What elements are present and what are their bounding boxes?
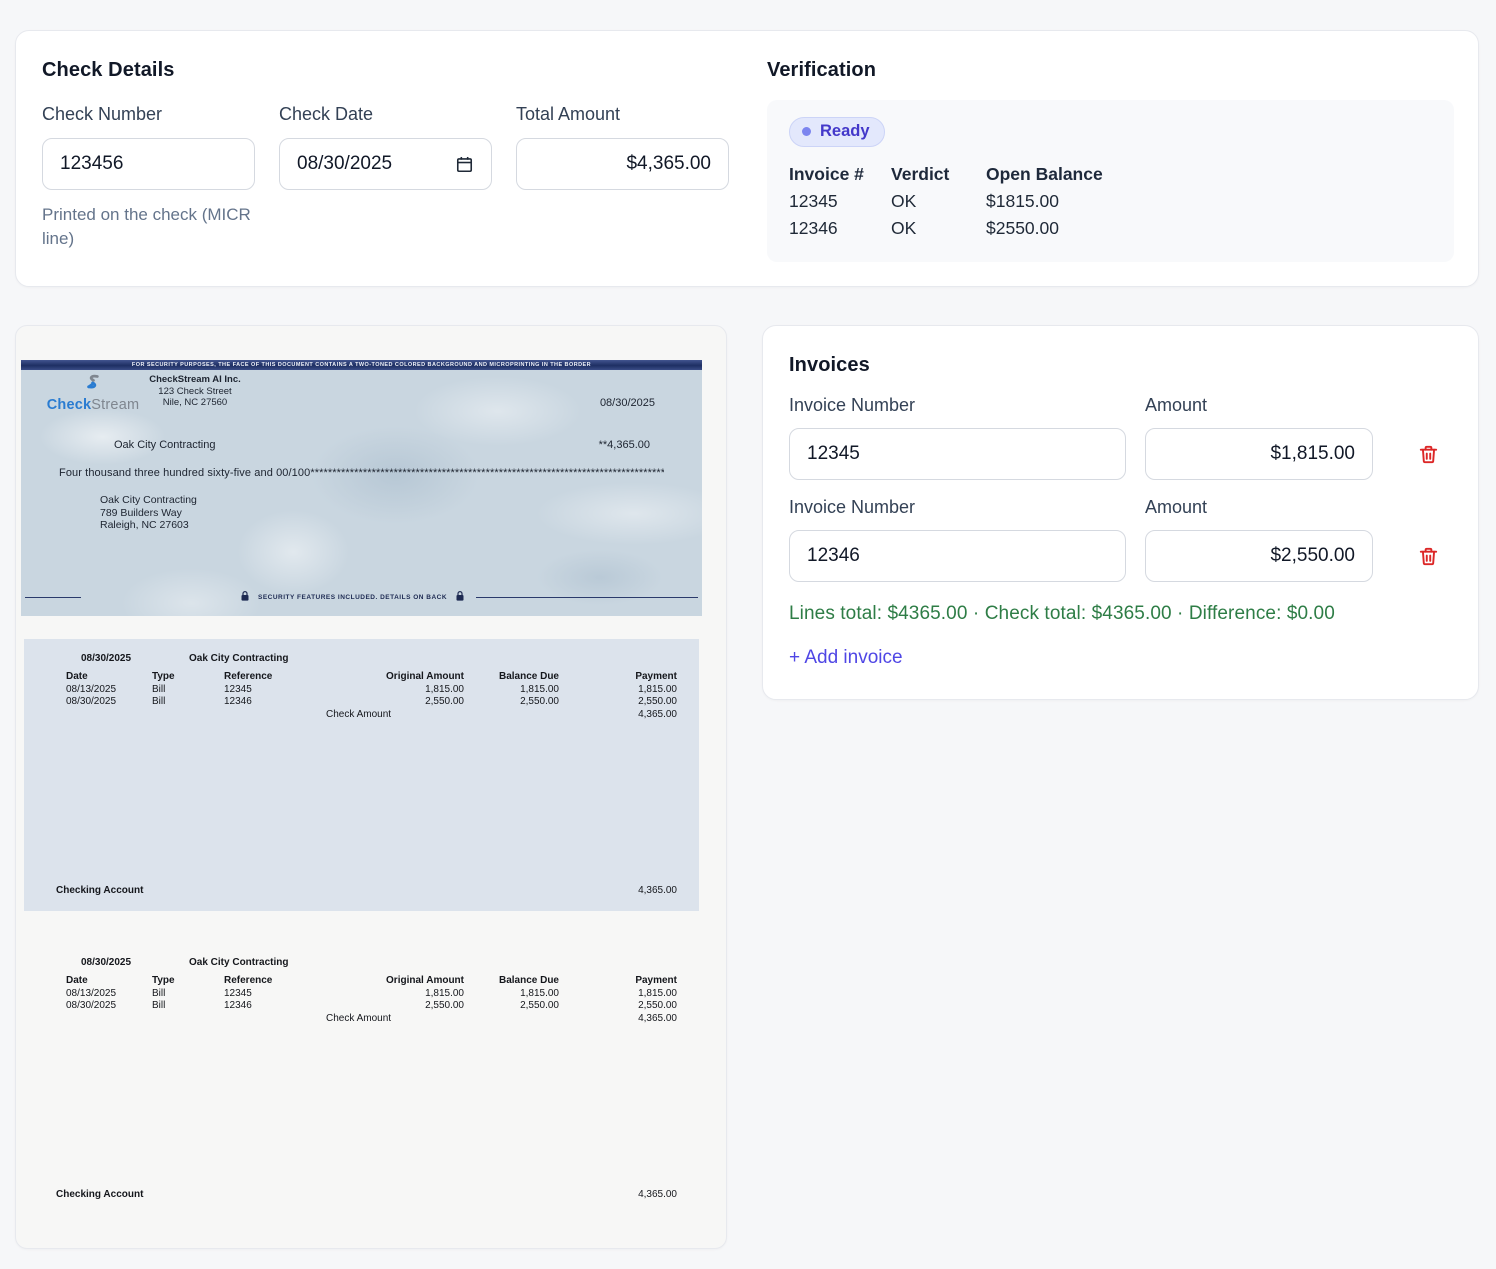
check-amount-numeric: **4,365.00 xyxy=(599,439,650,451)
verification-cell: $1815.00 xyxy=(986,188,1432,215)
stub-payee: Oak City Contracting xyxy=(189,957,288,968)
total-amount-label: Total Amount xyxy=(516,104,729,125)
check-security-banner: FOR SECURITY PURPOSES, THE FACE OF THIS … xyxy=(21,360,702,370)
verification-col-balance: Open Balance xyxy=(986,161,1432,188)
invoice-row-2 xyxy=(789,530,1452,582)
invoice-number-input-2[interactable] xyxy=(789,530,1126,582)
verification-cell: 12345 xyxy=(789,188,891,215)
stub-payee: Oak City Contracting xyxy=(189,653,288,664)
check-number-field-group: Check Number Printed on the check (MICR … xyxy=(42,104,255,251)
invoice-number-label: Invoice Number xyxy=(789,395,1126,416)
invoice-amount-input-1[interactable] xyxy=(1145,428,1373,480)
invoice-amount-label: Amount xyxy=(1145,497,1373,518)
verification-title: Verification xyxy=(767,59,1454,82)
status-badge: Ready xyxy=(789,117,885,147)
stub-date: 08/30/2025 xyxy=(81,653,189,664)
stub-account-total: 4,365.00 xyxy=(638,1189,677,1200)
trash-icon xyxy=(1417,454,1440,469)
check-stub-top: 08/30/2025 Oak City Contracting DateType… xyxy=(24,639,699,911)
delete-invoice-button-1[interactable] xyxy=(1404,441,1452,468)
stub-date: 08/30/2025 xyxy=(81,957,189,968)
verification-section: Verification Ready Invoice # Verdict Ope… xyxy=(767,31,1478,286)
invoices-card: Invoices Invoice Number Amount Invoice N… xyxy=(762,325,1479,700)
check-security-note: SECURITY FEATURES INCLUDED. DETAILS ON B… xyxy=(258,594,447,601)
verification-cell: OK xyxy=(891,188,986,215)
totals-summary: Lines total: $4365.00 · Check total: $43… xyxy=(789,603,1452,625)
invoice-amount-input-2[interactable] xyxy=(1145,530,1373,582)
invoice-number-label: Invoice Number xyxy=(789,497,1126,518)
delete-invoice-button-2[interactable] xyxy=(1404,543,1452,570)
check-details-verification-card: Check Details Check Number Printed on th… xyxy=(15,30,1479,287)
verification-panel: Ready Invoice # Verdict Open Balance 123… xyxy=(767,100,1454,262)
check-details-title: Check Details xyxy=(42,59,767,82)
stub-table: DateTypeReference Original AmountBalance… xyxy=(66,975,677,1025)
check-security-row: SECURITY FEATURES INCLUDED. DETAILS ON B… xyxy=(25,588,698,606)
verification-cell: 12346 xyxy=(789,215,891,242)
stub-table: DateTypeReference Original AmountBalance… xyxy=(66,671,677,721)
checkstream-wordmark: CheckStream xyxy=(45,397,141,413)
lock-icon xyxy=(456,588,464,606)
stub-check-amount-value: 4,365.00 xyxy=(559,1013,677,1026)
check-company-block: CheckStream AI Inc. 123 Check Street Nil… xyxy=(139,374,251,409)
check-scan-image: FOR SECURITY PURPOSES, THE FACE OF THIS … xyxy=(15,325,727,1249)
invoice-row-1 xyxy=(789,428,1452,480)
check-company-street: 123 Check Street xyxy=(139,386,251,398)
check-date-printed: 08/30/2025 xyxy=(600,397,655,409)
check-number-input[interactable] xyxy=(42,138,255,190)
check-date-input[interactable]: 08/30/2025 xyxy=(279,138,492,190)
add-invoice-link[interactable]: + Add invoice xyxy=(789,647,903,669)
verification-cell: $2550.00 xyxy=(986,215,1432,242)
total-amount-field-group: Total Amount xyxy=(516,104,729,251)
status-dot-icon xyxy=(802,127,811,136)
check-number-helper: Printed on the check (MICR line) xyxy=(42,203,255,251)
check-details-section: Check Details Check Number Printed on th… xyxy=(16,31,767,286)
check-company-city: Nile, NC 27560 xyxy=(139,397,251,409)
stub-check-amount-value: 4,365.00 xyxy=(559,709,677,722)
verification-col-invoice: Invoice # xyxy=(789,161,891,188)
check-payee: Oak City Contracting xyxy=(114,439,215,451)
stub-account-total: 4,365.00 xyxy=(638,885,677,896)
invoices-title: Invoices xyxy=(789,354,1452,377)
check-amount-words: Four thousand three hundred sixty-five a… xyxy=(59,467,664,479)
checkstream-logo: CheckStream xyxy=(45,373,141,413)
status-badge-label: Ready xyxy=(820,122,870,141)
check-date-field-group: Check Date 08/30/2025 xyxy=(279,104,492,251)
stub-check-amount-label: Check Amount xyxy=(326,709,464,722)
checkstream-logo-icon xyxy=(82,379,104,396)
verification-col-verdict: Verdict xyxy=(891,161,986,188)
verification-table: Invoice # Verdict Open Balance 12345 OK … xyxy=(789,161,1432,242)
total-amount-input[interactable] xyxy=(516,138,729,190)
verification-cell: OK xyxy=(891,215,986,242)
check-number-label: Check Number xyxy=(42,104,255,125)
stub-check-amount-label: Check Amount xyxy=(326,1013,464,1026)
trash-icon xyxy=(1417,556,1440,571)
invoice-amount-label: Amount xyxy=(1145,395,1373,416)
check-date-label: Check Date xyxy=(279,104,492,125)
check-company-name: CheckStream AI Inc. xyxy=(139,374,251,386)
calendar-icon[interactable] xyxy=(455,155,474,174)
stub-account-label: Checking Account xyxy=(56,885,143,896)
check-payee-address: Oak City Contracting 789 Builders Way Ra… xyxy=(100,494,197,532)
lock-icon xyxy=(241,588,249,606)
check-front: FOR SECURITY PURPOSES, THE FACE OF THIS … xyxy=(21,360,702,616)
check-date-value: 08/30/2025 xyxy=(297,153,392,175)
invoice-number-input-1[interactable] xyxy=(789,428,1126,480)
check-stub-bottom: 08/30/2025 Oak City Contracting DateType… xyxy=(24,943,699,1215)
stub-account-label: Checking Account xyxy=(56,1189,143,1200)
